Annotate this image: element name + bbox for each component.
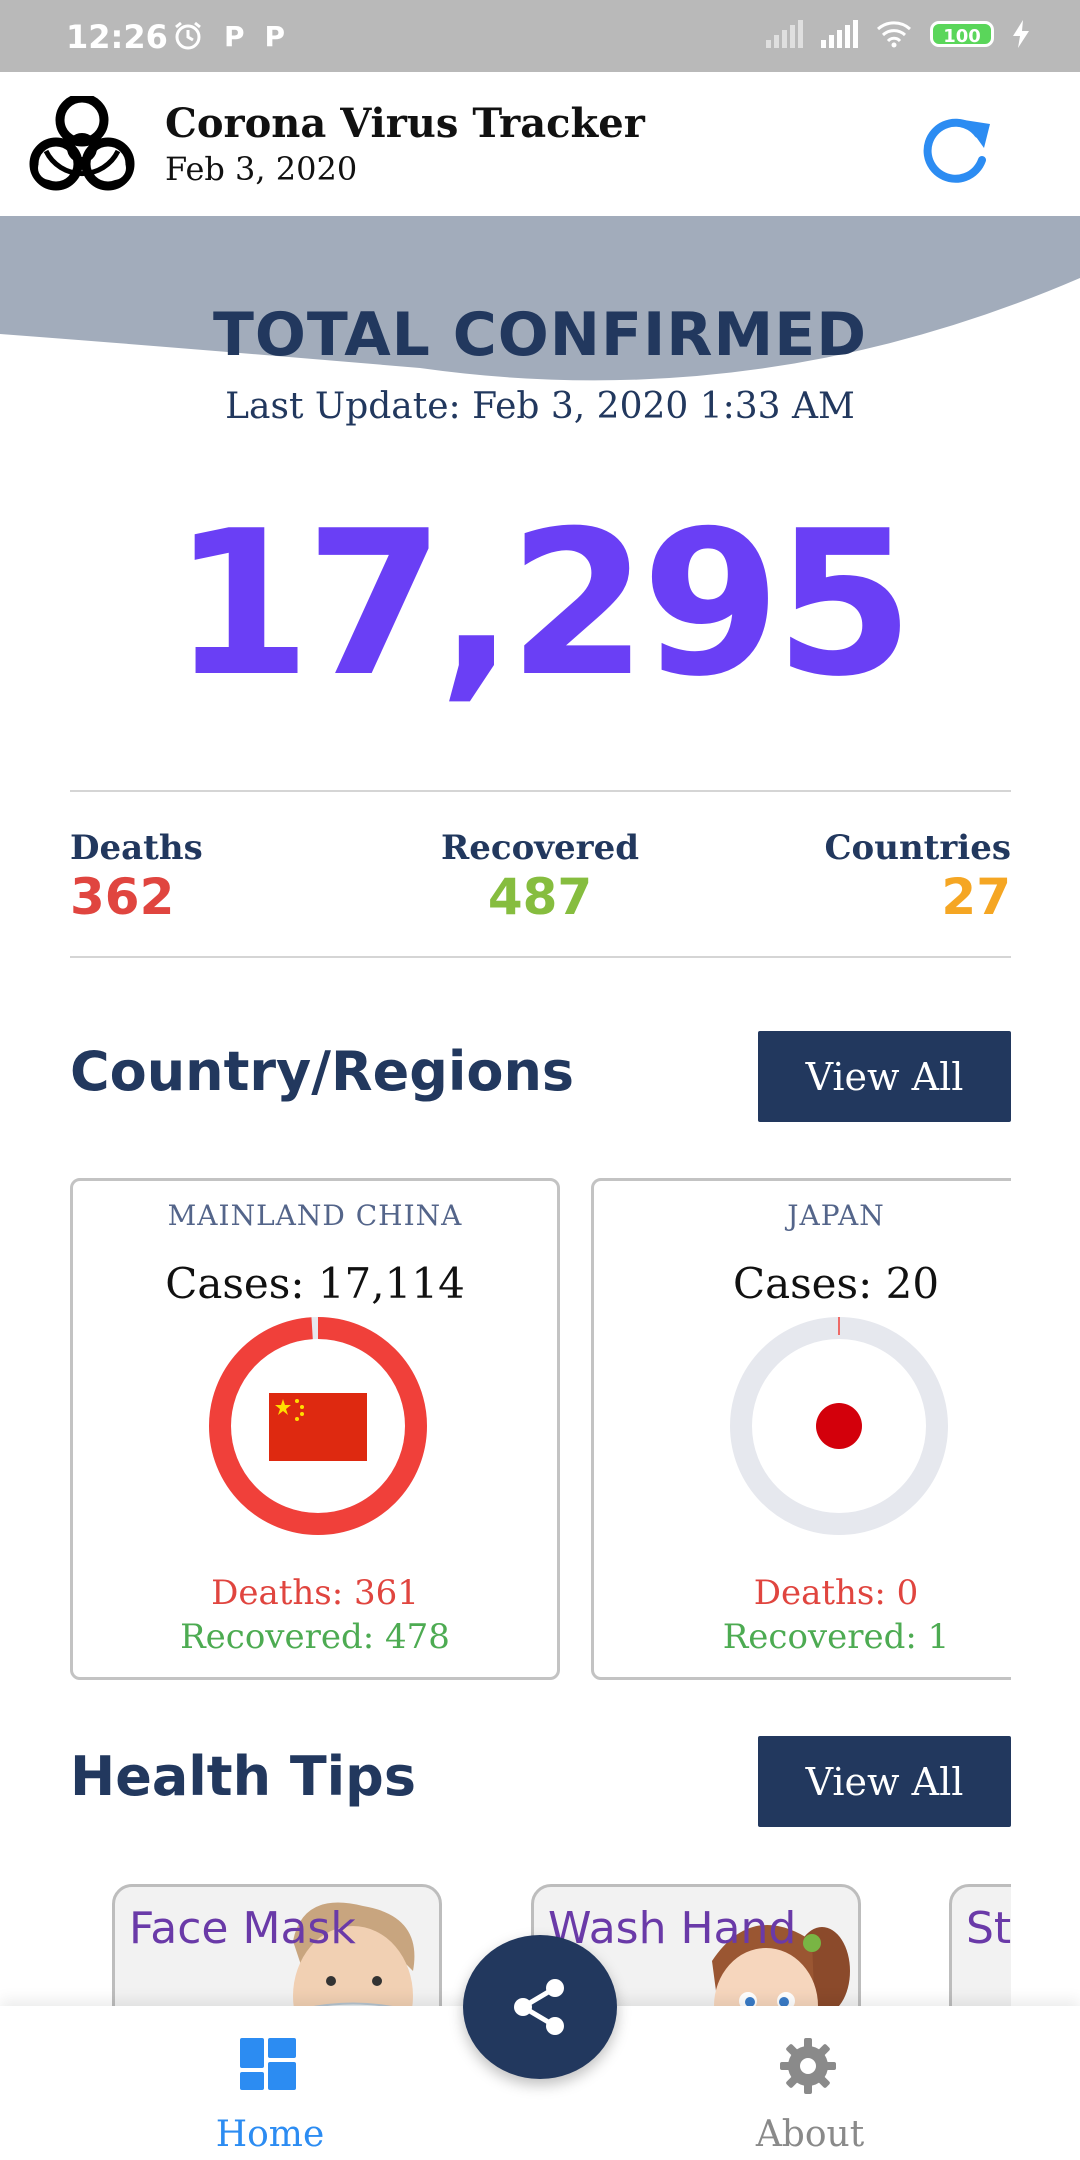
last-update-text: Last Update: Feb 3, 2020 1:33 AM [225,386,855,427]
app-header: Corona Virus Tracker Feb 3, 2020 [0,72,1080,216]
china-flag-icon [269,1393,367,1461]
regions-carousel[interactable]: MAINLAND CHINA Cases: 17,114 Deaths: 361… [0,1170,1011,1690]
charging-icon [1013,20,1029,48]
gear-icon [780,2038,836,2094]
recovered-value: 487 [487,868,593,926]
region-card[interactable]: JAPAN Cases: 20 Deaths: 0 Recovered: 1 [591,1178,1011,1680]
parking-icon: P [224,20,245,53]
refresh-icon[interactable] [918,112,996,190]
region-recovered: Recovered: 478 [180,1617,450,1657]
health-tip-label: Sta [966,1903,1011,1954]
total-confirmed-title: TOTAL CONFIRMED [212,300,868,370]
nav-about-label: About [755,2114,865,2155]
signal-icon [821,20,858,48]
share-icon [514,1979,564,2035]
app-date: Feb 3, 2020 [165,150,358,188]
region-name: JAPAN [787,1199,885,1232]
region-cases: Cases: 20 [732,1259,940,1308]
signal-icon [766,20,803,48]
nav-home-label: Home [215,2114,325,2155]
status-notification-icons: P P [172,20,285,53]
health-tips-section-title: Health Tips [70,1745,416,1808]
regions-section-title: Country/Regions [70,1040,575,1103]
nav-about[interactable]: About [680,2006,940,2160]
countries-label: Countries [824,828,1012,868]
region-card[interactable]: MAINLAND CHINA Cases: 17,114 Deaths: 361… [70,1178,560,1680]
region-recovered: Recovered: 1 [722,1617,950,1657]
status-system-icons: 100 [766,20,1030,48]
region-cases: Cases: 17,114 [165,1259,465,1308]
japan-flag-icon [816,1403,862,1449]
status-bar: 12:26 P P 100 [0,0,1080,72]
region-share-ring [209,1317,427,1535]
countries-value: 27 [941,868,1011,926]
alarm-icon [175,21,201,50]
wifi-icon [877,21,911,48]
divider [70,956,1011,958]
health-tips-view-all-button[interactable]: View All [758,1736,1011,1827]
biohazard-icon [29,96,135,191]
region-deaths: Deaths: 361 [211,1573,419,1613]
health-tip-label: Face Mask [129,1903,356,1954]
region-deaths: Deaths: 0 [753,1573,919,1613]
status-time: 12:26 [66,18,168,56]
health-tip-card[interactable]: Sta [949,1884,1011,2008]
health-tip-card[interactable]: Face Mask [112,1884,442,2008]
parking-icon: P [264,20,286,53]
dashboard-icon [240,2038,296,2090]
regions-view-all-button[interactable]: View All [758,1031,1011,1122]
app-title: Corona Virus Tracker [165,100,645,147]
region-name: MAINLAND CHINA [167,1199,463,1232]
region-share-ring [730,1317,948,1535]
battery-icon: 100 [930,21,994,47]
total-confirmed-value: 17,295 [172,488,914,721]
divider [70,790,1011,792]
health-tip-label: Wash Hand [548,1903,797,1954]
nav-home[interactable]: Home [140,2006,400,2160]
share-button[interactable] [463,1935,617,2079]
